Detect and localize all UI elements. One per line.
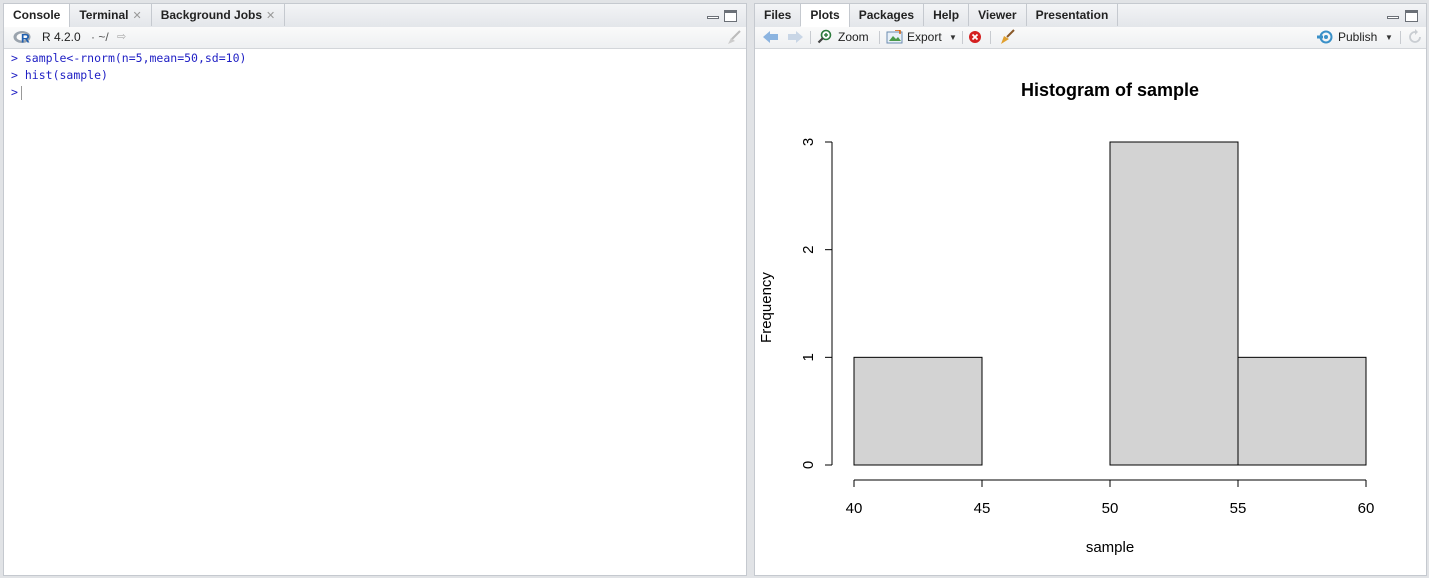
tab-label: Console [13,8,61,22]
maximize-pane-button[interactable] [724,10,737,22]
console-input-line[interactable]: > [11,84,22,101]
tab-packages[interactable]: Packages [850,4,925,26]
tab-plots[interactable]: Plots [801,4,850,27]
tab-presentation[interactable]: Presentation [1027,4,1119,26]
minimize-pane-button[interactable] [707,16,719,19]
y-tick-label: 0 [800,461,817,469]
x-tick-label: 40 [846,500,863,517]
console-command: sample<-rnorm(n=5,mean=50,sd=10) [24,51,247,65]
toolbar-separator [1400,31,1401,44]
y-axis-label: Frequency [758,272,775,343]
publish-icon [1317,30,1335,51]
console-line: > hist(sample) [11,67,108,84]
remove-plot-icon[interactable] [968,30,982,51]
console-command: hist(sample) [24,68,108,82]
console-pane: Console Terminal ✕ Background Jobs ✕ R R 4… [3,3,747,576]
close-icon[interactable]: ✕ [266,10,275,22]
x-tick-label: 55 [1230,500,1247,517]
console-toolbar: R R 4.2.0 · ~/ ⇨ [4,27,746,49]
chart-title: Histogram of sample [1021,80,1199,100]
minimize-pane-button[interactable] [1387,16,1399,19]
export-image-icon [886,29,904,51]
go-to-directory-icon[interactable]: ⇨ [117,27,126,48]
console-prompt: > [11,85,18,99]
console-line: > sample<-rnorm(n=5,mean=50,sd=10) [11,50,246,67]
console-prompt: > [11,51,18,65]
toolbar-separator [990,31,991,44]
tab-background-jobs[interactable]: Background Jobs ✕ [152,4,286,26]
console-output[interactable]: > sample<-rnorm(n=5,mean=50,sd=10) > his… [4,49,746,575]
r-logo-icon: R [13,29,33,50]
tab-label: Background Jobs [160,8,263,22]
tab-console[interactable]: Console [4,4,71,27]
tab-terminal[interactable]: Terminal ✕ [70,4,152,26]
plots-tabbar: Files Plots Packages Help Viewer Present… [755,4,1426,28]
histogram-plot: 40 45 50 55 60 0 1 2 3 Histogram of sample sample F… [758,80,1375,556]
r-version-label: R 4.2.0 [42,30,81,44]
text-cursor [20,85,22,100]
plots-pane: Files Plots Packages Help Viewer Present… [754,3,1427,576]
next-plot-icon[interactable] [786,29,804,50]
maximize-pane-button[interactable] [1405,10,1418,22]
x-tick-label: 45 [974,500,991,517]
refresh-icon[interactable] [1407,29,1423,50]
zoom-button[interactable]: Zoom [838,27,869,48]
working-directory-path[interactable]: · ~/ [91,27,109,48]
y-tick-label: 2 [800,245,817,253]
console-prompt: > [11,68,18,82]
clear-console-icon[interactable] [726,30,742,51]
export-dropdown-icon[interactable]: ▼ [949,27,957,48]
toolbar-separator [810,31,811,44]
zoom-icon[interactable] [817,29,833,50]
console-tabbar: Console Terminal ✕ Background Jobs ✕ [4,4,746,28]
tab-files[interactable]: Files [755,4,802,26]
clear-all-plots-icon[interactable] [999,29,1016,50]
y-tick-label: 1 [800,353,817,361]
publish-dropdown-icon[interactable]: ▼ [1385,27,1393,48]
plots-toolbar: Zoom Export ▼ Publish ▼ [755,27,1426,49]
histogram-bar [1237,356,1367,466]
histogram-bar [1109,141,1239,466]
previous-plot-icon[interactable] [762,29,780,50]
x-tick-label: 50 [1102,500,1119,517]
toolbar-separator [962,31,963,44]
tab-help[interactable]: Help [924,4,970,26]
publish-button[interactable]: Publish [1338,27,1377,48]
x-axis-label: sample [1086,539,1134,556]
histogram-bar [853,356,983,466]
tab-viewer[interactable]: Viewer [969,4,1027,26]
x-tick-label: 60 [1358,500,1375,517]
svg-text:R: R [21,32,30,46]
tab-label: Terminal [79,8,129,22]
y-tick-label: 3 [800,138,817,146]
export-button[interactable]: Export [907,27,942,48]
toolbar-separator [879,31,880,44]
close-icon[interactable]: ✕ [132,10,141,22]
